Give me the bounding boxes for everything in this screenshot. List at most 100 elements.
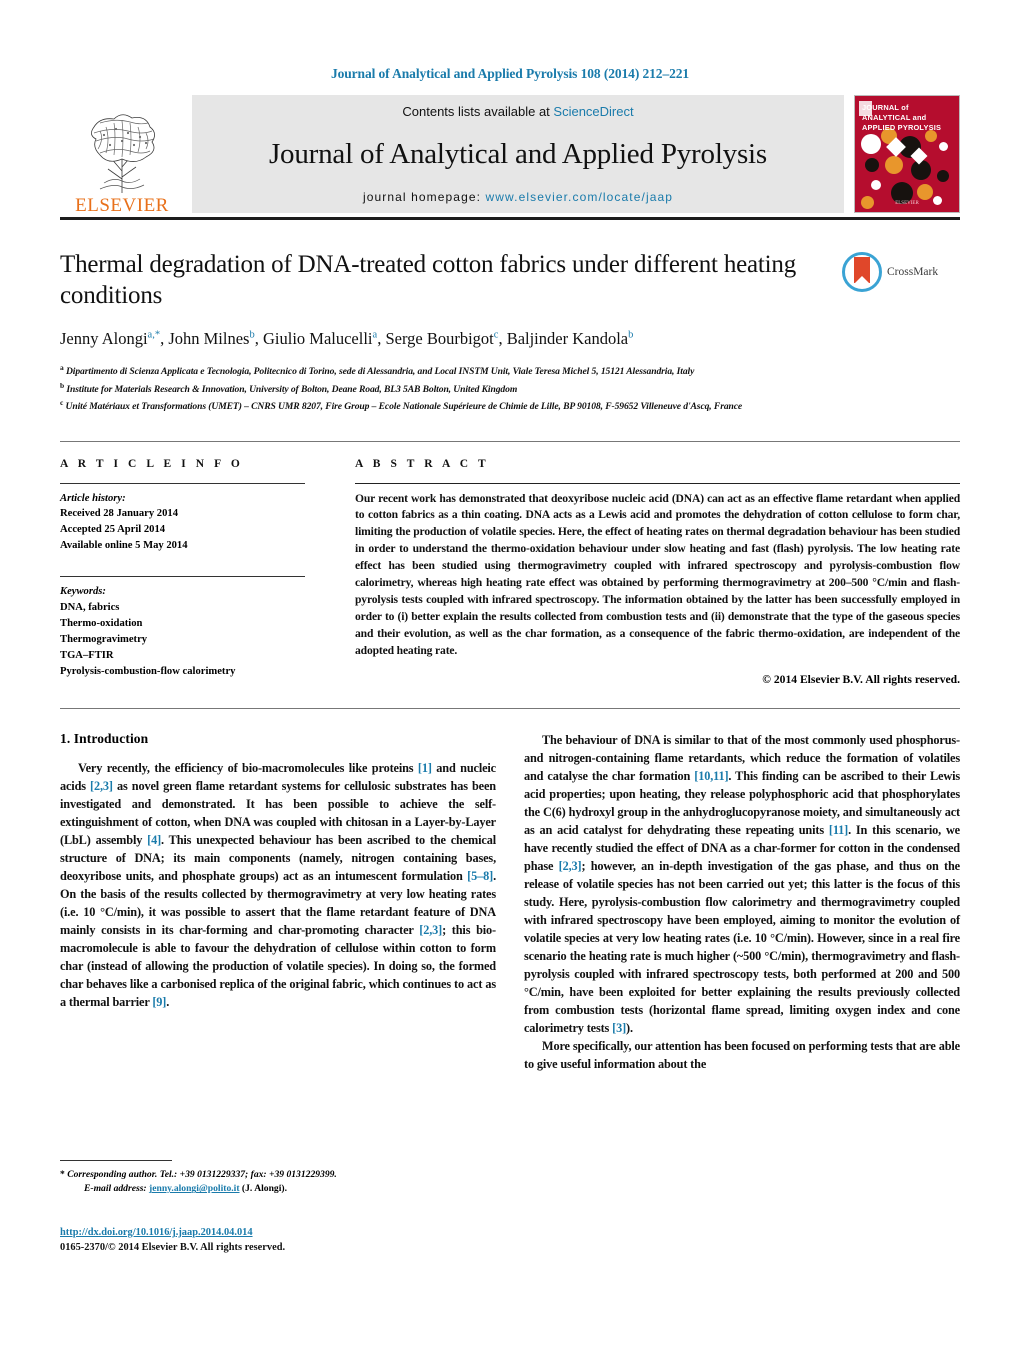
email-label: E-mail address: bbox=[84, 1183, 150, 1195]
citation-link[interactable]: [1] bbox=[418, 761, 432, 775]
keyword-item: Thermogravimetry bbox=[60, 633, 148, 645]
affiliation-item: c Unité Matériaux et Transformations (UM… bbox=[60, 397, 960, 414]
keyword-item: Thermo-oxidation bbox=[60, 617, 143, 629]
cover-shape bbox=[871, 180, 881, 190]
affiliation-text: Institute for Materials Research & Innov… bbox=[66, 384, 518, 395]
affiliation-mark: c bbox=[60, 398, 64, 408]
author-marks: a,* bbox=[147, 329, 161, 341]
title-left: Thermal degradation of DNA-treated cotto… bbox=[60, 250, 842, 349]
affiliation-list: a Dipartimento di Scienza Applicata e Te… bbox=[60, 362, 960, 414]
contents-prefix: Contents lists available at bbox=[402, 104, 554, 119]
author-name: Giulio Malucelli bbox=[262, 329, 373, 348]
citation-link[interactable]: [2,3] bbox=[559, 859, 582, 873]
author-marks: b bbox=[249, 329, 255, 341]
text-run: ). bbox=[626, 1020, 633, 1035]
author-name: Jenny Alongi bbox=[60, 329, 148, 348]
citation-link[interactable]: [9] bbox=[152, 995, 166, 1009]
article-history-label: Article history: bbox=[60, 492, 126, 504]
article-page: Journal of Analytical and Applied Pyroly… bbox=[0, 0, 1020, 1351]
journal-masthead: ELSEVIER Contents lists available at Sci… bbox=[60, 95, 960, 220]
citation-link[interactable]: [2,3] bbox=[90, 779, 113, 793]
affiliation-item: a Dipartimento di Scienza Applicata e Te… bbox=[60, 362, 960, 379]
paragraph-intro-right-2: More specifically, our attention has bee… bbox=[524, 1038, 960, 1071]
text-run: Very recently, the efficiency of bio-mac… bbox=[78, 760, 418, 775]
cover-title-text: JOURNAL of ANALYTICAL and APPLIED PYROLY… bbox=[862, 103, 955, 132]
journal-cover-thumbnail: JOURNAL of ANALYTICAL and APPLIED PYROLY… bbox=[854, 95, 960, 213]
divider bbox=[60, 482, 305, 484]
keywords-label: Keywords: bbox=[60, 586, 106, 598]
cover-shape bbox=[861, 134, 881, 154]
text-run: . bbox=[166, 994, 170, 1009]
footnote-email-line: E-mail address: jenny.alongi@polito.it (… bbox=[60, 1182, 496, 1196]
affiliation-mark: a bbox=[60, 363, 64, 373]
elsevier-wordmark: ELSEVIER bbox=[75, 195, 169, 216]
cover-publisher-mark: ELSEVIER bbox=[895, 201, 919, 206]
author-name: Baljinder Kandola bbox=[506, 329, 629, 348]
cover-shape bbox=[917, 184, 933, 200]
author-item: Giulio Malucellia bbox=[263, 329, 377, 348]
crossmark-icon bbox=[842, 252, 882, 292]
crossmark-label: CrossMark bbox=[887, 266, 939, 278]
footnote-corresponding-line: * Corresponding author. Tel.: +39 013122… bbox=[60, 1168, 496, 1182]
homepage-url-link[interactable]: www.elsevier.com/locate/jaap bbox=[486, 190, 674, 204]
article-history-item: Available online 5 May 2014 bbox=[60, 540, 188, 552]
running-head: Journal of Analytical and Applied Pyroly… bbox=[330, 66, 690, 81]
divider bbox=[355, 482, 960, 484]
author-list: Jenny Alongia,*, John Milnesb, Giulio Ma… bbox=[60, 329, 634, 348]
corresponding-author-footnote: * Corresponding author. Tel.: +39 013122… bbox=[60, 1160, 496, 1197]
citation-link[interactable]: [5–8] bbox=[467, 869, 493, 883]
author-name: John Milnes bbox=[168, 329, 250, 348]
citation-link[interactable]: [11] bbox=[829, 823, 848, 837]
crossmark-badge[interactable]: CrossMark bbox=[842, 250, 960, 292]
cover-shape bbox=[885, 156, 903, 174]
cover-shape bbox=[939, 142, 948, 151]
cover-shape bbox=[865, 158, 879, 172]
issn-copyright-line: 0165-2370/© 2014 Elsevier B.V. All right… bbox=[60, 1242, 286, 1254]
journal-homepage-line: journal homepage: www.elsevier.com/locat… bbox=[363, 190, 673, 204]
citation-link[interactable]: [10,11] bbox=[694, 769, 728, 783]
email-link[interactable]: jenny.alongi@polito.it bbox=[149, 1183, 240, 1194]
footnote-text: Corresponding author. Tel.: +39 01312293… bbox=[67, 1169, 337, 1180]
keyword-item: Pyrolysis-combustion-flow calorimetry bbox=[60, 665, 236, 677]
footnote-star: * bbox=[60, 1169, 65, 1180]
citation-link[interactable]: [3] bbox=[612, 1021, 626, 1035]
author-item: John Milnesb bbox=[168, 329, 254, 348]
doi-link[interactable]: http://dx.doi.org/10.1016/j.jaap.2014.04… bbox=[60, 1227, 253, 1238]
keyword-item: TGA–FTIR bbox=[60, 649, 114, 661]
journal-title: Journal of Analytical and Applied Pyroly… bbox=[268, 138, 768, 170]
abstract-column: A B S T R A C T Our recent work has demo… bbox=[327, 458, 960, 686]
author-marks: b bbox=[628, 329, 634, 341]
citation-link[interactable]: [4] bbox=[147, 833, 161, 847]
sciencedirect-link[interactable]: ScienceDirect bbox=[553, 104, 633, 119]
section-title-introduction: 1. Introduction bbox=[60, 730, 149, 746]
paragraph-intro-right-1: The behaviour of DNA is similar to that … bbox=[524, 731, 960, 1037]
cover-title-line-3: APPLIED PYROLYSIS bbox=[862, 122, 942, 132]
affiliation-mark: b bbox=[60, 380, 65, 390]
contents-available-line: Contents lists available at ScienceDirec… bbox=[402, 104, 633, 119]
divider bbox=[60, 576, 305, 578]
article-history-item: Received 28 January 2014 bbox=[60, 508, 178, 520]
keywords-block: Keywords: DNA, fabrics Thermo-oxidation … bbox=[60, 576, 305, 679]
affiliation-text: Dipartimento di Scienza Applicata e Tecn… bbox=[65, 366, 695, 378]
abstract-copyright: © 2014 Elsevier B.V. All rights reserved… bbox=[762, 672, 960, 686]
text-run: ; however, an in-depth investigation of … bbox=[524, 858, 960, 1035]
cover-elsevier-mark-icon bbox=[859, 101, 872, 116]
author-item: Serge Bourbigotc bbox=[385, 329, 498, 348]
elsevier-tree-icon bbox=[70, 109, 174, 195]
abstract-heading: A B S T R A C T bbox=[355, 457, 490, 470]
body-column-right: The behaviour of DNA is similar to that … bbox=[524, 731, 960, 1073]
contents-banner: Contents lists available at ScienceDirec… bbox=[192, 95, 844, 213]
author-item: Jenny Alongia,* bbox=[60, 329, 160, 348]
affiliation-text: Unité Matériaux et Transformations (UMET… bbox=[65, 401, 743, 413]
cover-shape bbox=[911, 160, 931, 180]
abstract-text: Our recent work has demonstrated that de… bbox=[355, 491, 960, 657]
email-suffix: (J. Alongi). bbox=[239, 1183, 287, 1195]
article-info-heading: A R T I C L E I N F O bbox=[60, 457, 244, 470]
author-marks: c bbox=[493, 329, 499, 341]
footnote-divider bbox=[60, 1160, 172, 1161]
citation-link[interactable]: [2,3] bbox=[419, 923, 442, 937]
doi-block: http://dx.doi.org/10.1016/j.jaap.2014.04… bbox=[60, 1222, 560, 1255]
paragraph-intro-left: Very recently, the efficiency of bio-mac… bbox=[60, 759, 496, 1011]
author-name: Serge Bourbigot bbox=[385, 329, 494, 348]
crossmark-book-shape bbox=[854, 257, 870, 284]
